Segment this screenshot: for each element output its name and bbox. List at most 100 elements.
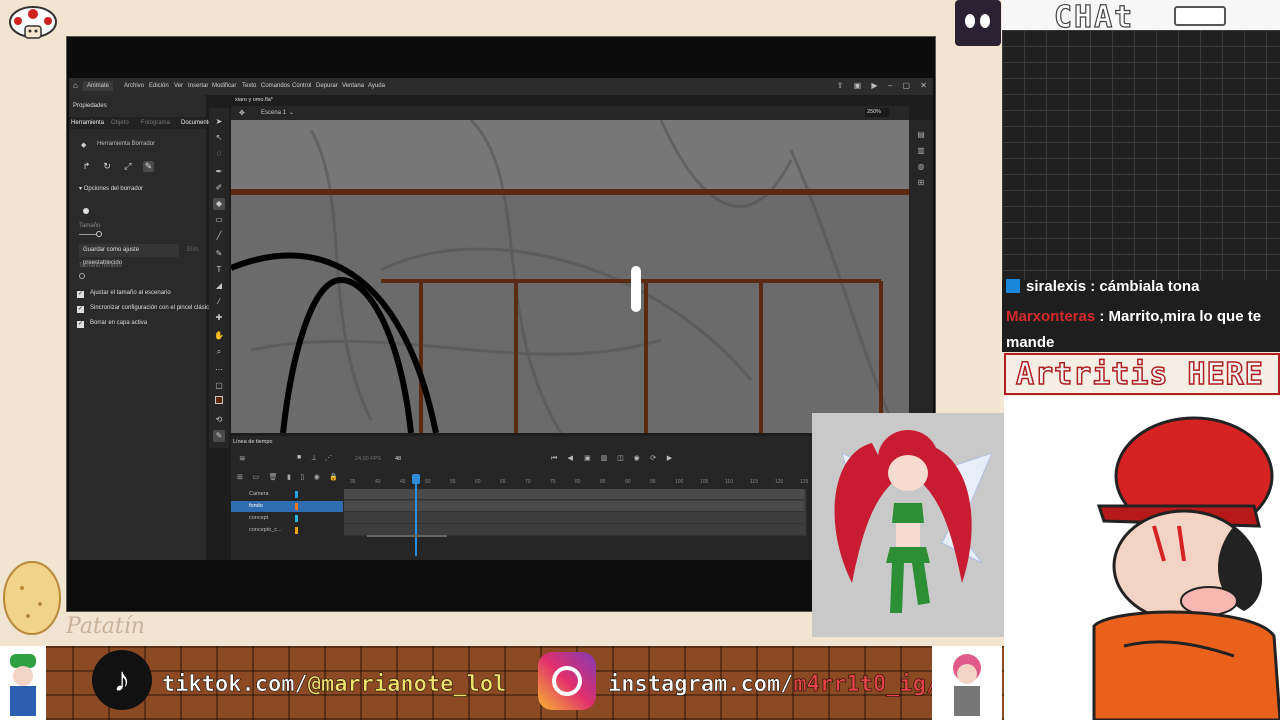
layer-color-swatch[interactable]: [295, 503, 298, 510]
zoom-tool-icon[interactable]: ⌕: [213, 346, 225, 358]
eye-icon[interactable]: ◉: [314, 474, 320, 481]
min-size-radio[interactable]: [79, 273, 85, 279]
highlight-icon[interactable]: ▮: [287, 474, 291, 481]
selection-tool-icon[interactable]: ➤: [213, 116, 225, 128]
document-tab[interactable]: xiaro y omo.fla*: [231, 95, 291, 106]
zoom-field[interactable]: 250%: [865, 108, 889, 117]
menu-depurar[interactable]: Depurar: [316, 83, 338, 89]
menu-comandos[interactable]: Comandos: [261, 83, 290, 89]
fps-display[interactable]: 24,00 FPS: [355, 456, 381, 462]
stage-canvas[interactable]: [231, 120, 909, 433]
menu-insertar[interactable]: Insertar: [188, 83, 208, 89]
save-preset-button[interactable]: Guardar como ajuste preestablecido: [79, 244, 179, 266]
frame-row[interactable]: [344, 513, 804, 524]
lock-icon[interactable]: 🔒: [329, 474, 338, 481]
delete-layer-icon[interactable]: 🗑: [269, 474, 278, 481]
size-slider-handle[interactable]: [96, 231, 102, 237]
frame-icon[interactable]: ▣: [584, 454, 592, 462]
layer-color-swatch[interactable]: [295, 491, 298, 498]
checkbox-active-layer[interactable]: ✓ Borrar en capa activa: [77, 320, 147, 328]
play-icon[interactable]: ▶: [667, 454, 675, 462]
timeline-scrollbar[interactable]: [367, 535, 447, 537]
bone-tool-icon[interactable]: ✚: [213, 312, 225, 324]
text-tool-icon[interactable]: T: [213, 264, 225, 276]
playhead[interactable]: [415, 476, 417, 556]
menu-modificar[interactable]: Modificar: [212, 83, 236, 89]
new-layer-icon[interactable]: ⊞: [237, 474, 243, 481]
menu-ayuda[interactable]: Ayuda: [368, 83, 385, 89]
outline-icon[interactable]: ▯: [300, 474, 304, 481]
hand-tool-icon[interactable]: ✋: [213, 330, 225, 342]
layer-row[interactable]: Camera: [231, 489, 343, 500]
fill-color-icon[interactable]: [213, 396, 225, 408]
menu-archivo[interactable]: Archivo: [124, 83, 144, 89]
menu-edicion[interactable]: Edición: [149, 83, 169, 89]
new-folder-icon[interactable]: ▭: [252, 474, 259, 481]
loop-icon[interactable]: ⟳: [650, 454, 658, 462]
brush-tool-icon[interactable]: ✐: [213, 182, 225, 194]
menu-control[interactable]: Control: [292, 83, 311, 89]
instagram-link[interactable]: instagram.com/m4rr1t0_ig/: [608, 672, 940, 698]
eraser-normal-icon[interactable]: ↱: [81, 161, 92, 172]
line-tool-icon[interactable]: ╱: [213, 230, 225, 242]
library-icon[interactable]: ▤: [916, 130, 926, 140]
layer-row[interactable]: fondo: [231, 501, 343, 512]
align-icon[interactable]: ▥: [916, 146, 926, 156]
color-icon[interactable]: ◍: [916, 162, 926, 172]
layer-depth-icon[interactable]: ⊥: [311, 454, 317, 462]
swap-colors-icon[interactable]: ⟲: [213, 414, 225, 426]
minimize-icon[interactable]: –: [888, 81, 892, 90]
layer-color-swatch[interactable]: [295, 527, 298, 534]
tab-documento[interactable]: Documento: [181, 120, 212, 126]
eraser-lines-icon[interactable]: ⤢: [122, 161, 133, 172]
tab-fotograma[interactable]: Fotograma: [141, 120, 170, 126]
frames-grid[interactable]: [344, 489, 806, 536]
layer-row[interactable]: concept: [231, 513, 343, 524]
eraser-options-section[interactable]: ▾ Opciones del borrador: [79, 185, 143, 192]
brush-shape-icon[interactable]: [83, 208, 89, 214]
layer-color-swatch[interactable]: [295, 515, 298, 522]
eyedropper-tool-icon[interactable]: ⁄: [213, 296, 225, 308]
checkbox-scale-stage[interactable]: ✓ Ajustar el tamaño al escenario: [77, 290, 171, 298]
tab-objeto[interactable]: Objeto: [111, 120, 129, 126]
share-icon[interactable]: ⇪: [837, 81, 844, 90]
maximize-icon[interactable]: ▢: [903, 81, 911, 90]
marker-icon[interactable]: ◉: [634, 454, 642, 462]
pen-tool-icon[interactable]: ✒: [213, 166, 225, 178]
layer-row[interactable]: concepto_c...: [231, 525, 343, 536]
scene-selector[interactable]: Escena 1: [261, 110, 286, 116]
tiktok-link[interactable]: tiktok.com/@marrianote_lol: [162, 672, 507, 698]
panel-icon[interactable]: ▣: [854, 81, 862, 90]
chevron-down-icon[interactable]: ⌄: [289, 109, 294, 116]
delete-preset-button[interactable]: Elim: [187, 244, 206, 257]
camera-icon[interactable]: ■: [297, 454, 301, 461]
stroke-color-icon[interactable]: ▢: [213, 380, 225, 392]
onion-icon[interactable]: ⋰: [325, 454, 332, 462]
eraser-fill-icon[interactable]: ↻: [102, 161, 113, 172]
transform-icon[interactable]: ⊞: [916, 178, 926, 188]
paint-tool-icon[interactable]: ✎: [213, 248, 225, 260]
bucket-tool-icon[interactable]: ◢: [213, 280, 225, 292]
lasso-tool-icon[interactable]: ◌: [213, 148, 225, 160]
play-test-icon[interactable]: ▶: [871, 81, 877, 90]
scene-edit-icon[interactable]: ✥: [239, 109, 245, 117]
subselection-tool-icon[interactable]: ↖: [213, 132, 225, 144]
first-frame-icon[interactable]: ⏮: [551, 455, 559, 463]
home-icon[interactable]: ⌂: [73, 82, 81, 90]
menu-ver[interactable]: Ver: [174, 83, 183, 89]
menu-ventana[interactable]: Ventana: [342, 83, 364, 89]
frame-row[interactable]: [344, 489, 804, 500]
current-frame-display[interactable]: 48: [395, 456, 401, 462]
checkbox-sync-brush[interactable]: ✓ Sincronizar configuración con el pincel…: [77, 305, 212, 313]
onion-skin-icon[interactable]: ◫: [617, 454, 625, 462]
more-tools-icon[interactable]: ⋯: [213, 364, 225, 376]
brush-mode-icon[interactable]: ✎: [213, 430, 225, 442]
frame-row[interactable]: [344, 501, 804, 512]
layers-stack-icon[interactable]: ≋: [239, 454, 246, 463]
prev-frame-icon[interactable]: ◀: [568, 454, 576, 462]
eraser-tool-icon[interactable]: ◆: [213, 198, 225, 210]
menu-texto[interactable]: Texto: [242, 83, 256, 89]
tab-herramienta[interactable]: Herramienta: [71, 120, 104, 126]
rectangle-tool-icon[interactable]: ▭: [213, 214, 225, 226]
keyframe-icon[interactable]: ▥: [601, 454, 609, 462]
